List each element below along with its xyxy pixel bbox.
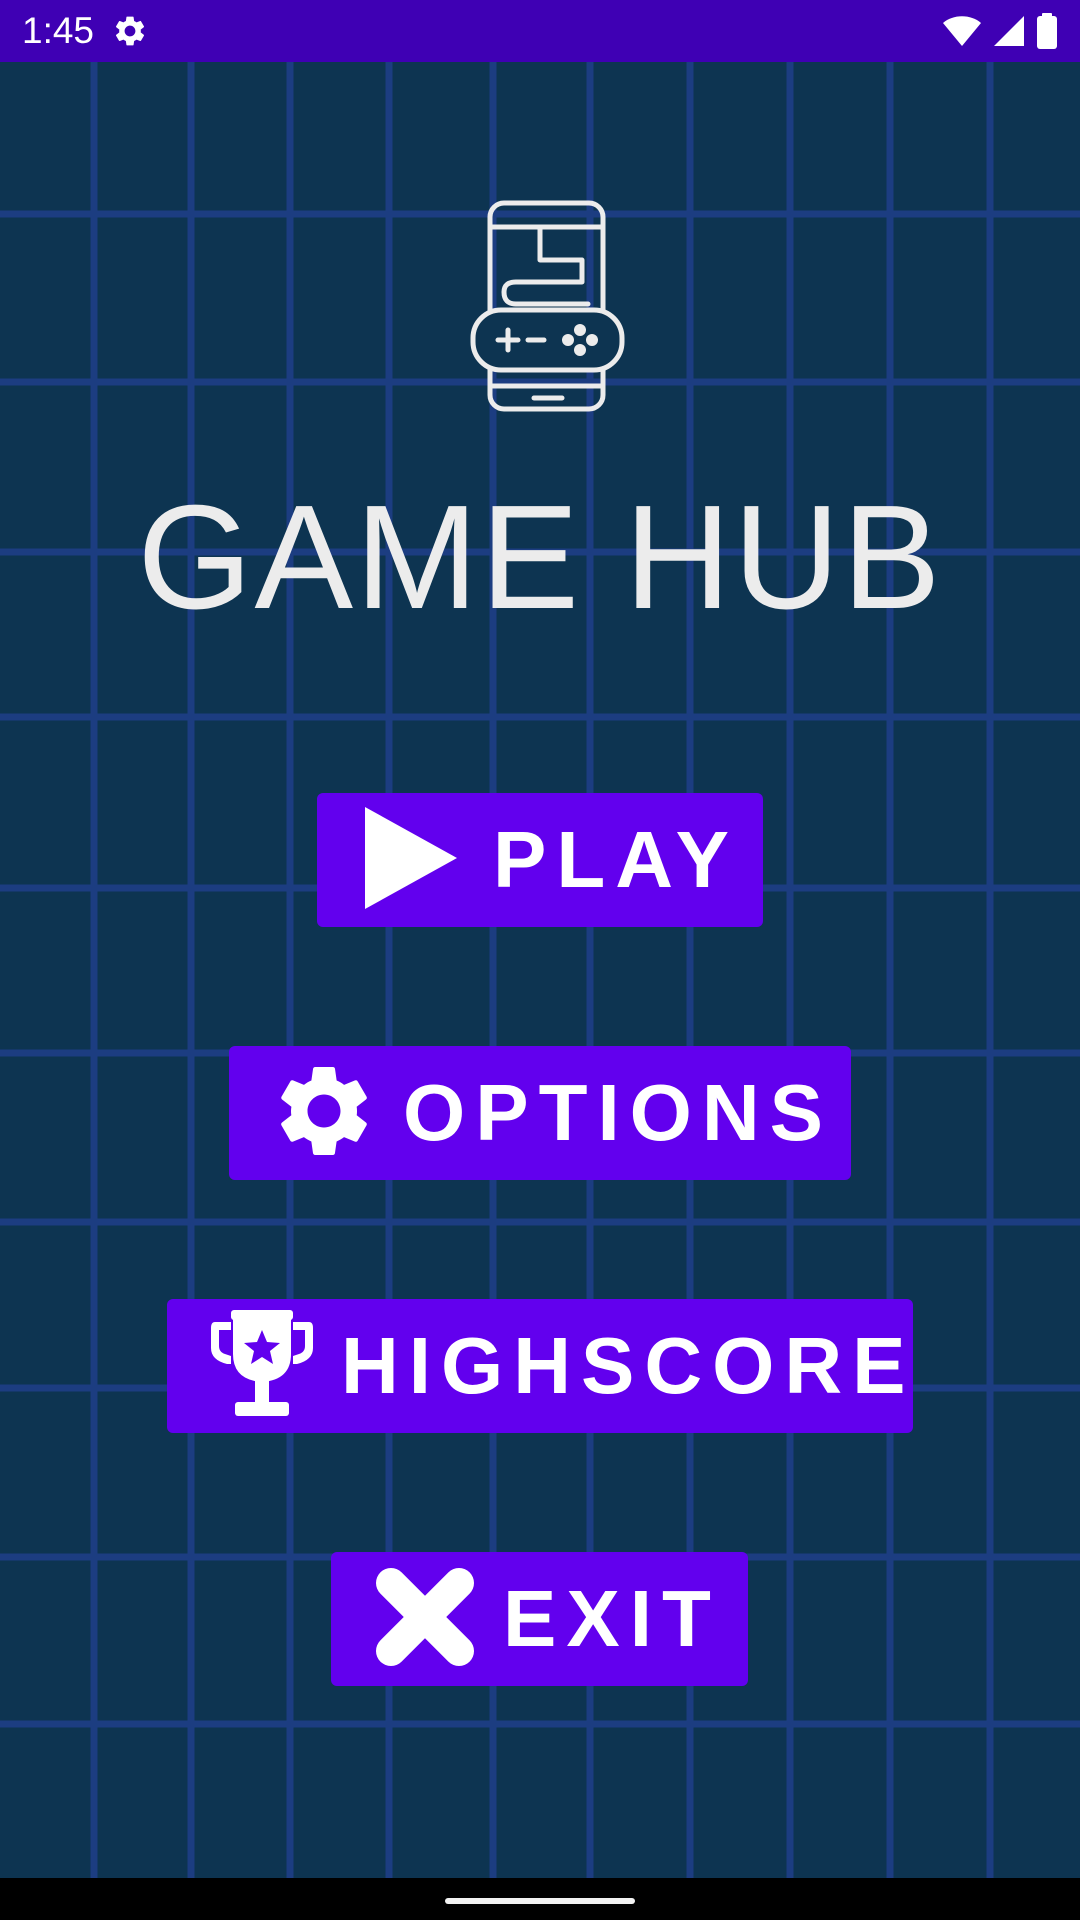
options-button-label: OPTIONS xyxy=(403,1068,834,1157)
status-time: 1:45 xyxy=(22,10,95,51)
settings-gear-icon xyxy=(112,13,148,49)
exit-button[interactable]: EXIT xyxy=(331,1552,748,1686)
home-gesture-handle[interactable] xyxy=(445,1898,635,1904)
play-button[interactable]: PLAY xyxy=(317,793,763,927)
navigation-bar xyxy=(0,1878,1080,1920)
play-icon xyxy=(363,805,459,916)
handheld-game-console-icon xyxy=(470,200,626,414)
app-title: GAME HUB xyxy=(137,475,943,640)
game-hub-screen: 1:45 GAME HUB PLAY OPTIONS HIGHSCORE EXI… xyxy=(0,0,1080,1920)
highscore-button[interactable]: HIGHSCORE xyxy=(167,1299,913,1433)
wifi-icon xyxy=(942,14,982,48)
trophy-icon xyxy=(209,1308,315,1425)
status-icons xyxy=(942,0,1058,62)
highscore-button-label: HIGHSCORE xyxy=(341,1321,916,1410)
exit-button-label: EXIT xyxy=(503,1574,721,1663)
status-bar: 1:45 xyxy=(0,0,1080,62)
options-button[interactable]: OPTIONS xyxy=(229,1046,851,1180)
cellular-signal-icon xyxy=(992,14,1026,48)
play-button-label: PLAY xyxy=(493,815,740,904)
gear-icon xyxy=(269,1056,379,1171)
battery-icon xyxy=(1036,13,1058,49)
close-icon xyxy=(371,1563,479,1676)
